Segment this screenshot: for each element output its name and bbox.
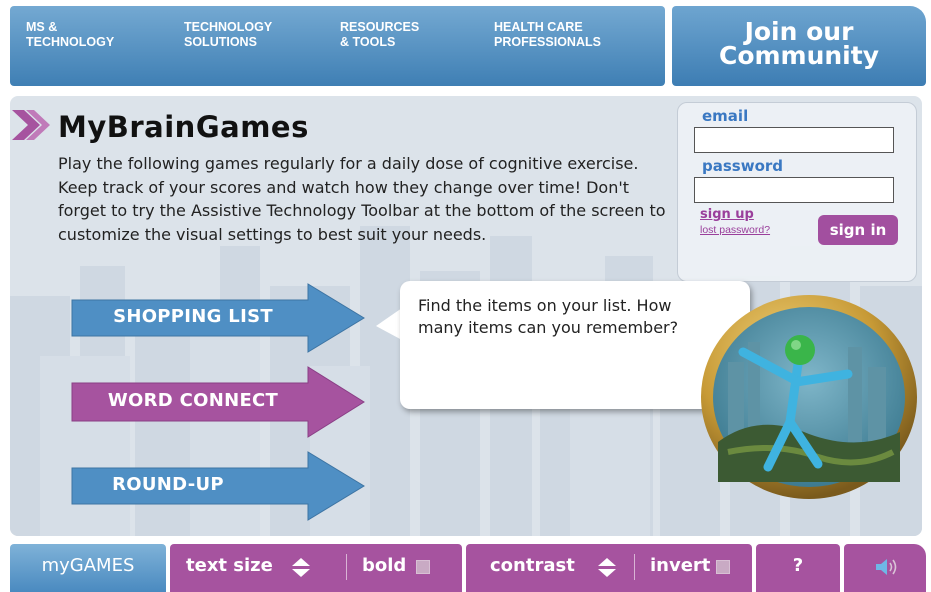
text-options-group: text size bold <box>170 544 462 592</box>
sound-button[interactable] <box>844 544 926 592</box>
join-community-button[interactable]: Join our Community <box>672 6 926 86</box>
page-title: MyBrainGames <box>58 110 309 144</box>
nav-item-health-care-professionals[interactable]: HEALTH CARE PROFESSIONALS <box>494 20 601 50</box>
contrast-control[interactable]: contrast <box>490 544 628 588</box>
stick-figure-medallion-image <box>701 295 917 499</box>
game-word-connect-button[interactable]: WORD CONNECT <box>68 365 368 439</box>
checkbox-icon <box>416 560 430 574</box>
nav-item-technology-solutions[interactable]: TECHNOLOGY SOLUTIONS <box>184 20 272 50</box>
display-options-group: contrast invert <box>466 544 752 592</box>
chevron-right-icon <box>12 110 50 140</box>
sign-in-button[interactable]: sign in <box>818 215 898 245</box>
help-button[interactable]: ? <box>756 544 840 592</box>
invert-label: invert <box>650 555 711 576</box>
bold-label: bold <box>362 555 407 576</box>
game-round-up-button[interactable]: ROUND-UP <box>68 450 368 522</box>
nav-bar: MS & TECHNOLOGY TECHNOLOGY SOLUTIONS RES… <box>10 6 665 86</box>
top-navigation: MS & TECHNOLOGY TECHNOLOGY SOLUTIONS RES… <box>10 6 926 86</box>
up-down-arrows-icon <box>292 558 310 577</box>
game-description-text: Find the items on your list. How many it… <box>418 296 679 337</box>
text-size-label: text size <box>186 555 273 576</box>
game-label: WORD CONNECT <box>107 390 279 411</box>
up-down-arrows-icon <box>598 558 616 577</box>
bold-toggle[interactable]: bold <box>362 544 452 588</box>
login-box: email password sign up lost password? si… <box>677 102 917 282</box>
game-label: SHOPPING LIST <box>113 306 273 327</box>
game-shopping-list-button[interactable]: SHOPPING LIST <box>68 282 368 354</box>
invert-toggle[interactable]: invert <box>650 544 750 588</box>
speaker-icon <box>876 559 897 575</box>
main-panel: MyBrainGames Play the following games re… <box>10 96 922 536</box>
toolbar-divider <box>346 554 347 580</box>
lost-password-link[interactable]: lost password? <box>700 224 770 236</box>
email-field[interactable] <box>694 127 894 153</box>
toolbar-divider <box>634 554 635 580</box>
mygames-button[interactable]: myGAMES <box>10 544 166 592</box>
text-size-control[interactable]: text size <box>186 544 336 588</box>
assistive-toolbar: myGAMES text size bold contrast invert ? <box>10 544 926 592</box>
checkbox-icon <box>716 560 730 574</box>
nav-item-resources-tools[interactable]: RESOURCES & TOOLS <box>340 20 419 50</box>
nav-item-ms-technology[interactable]: MS & TECHNOLOGY <box>26 20 114 50</box>
email-label: email <box>702 107 749 125</box>
contrast-label: contrast <box>490 555 575 576</box>
password-label: password <box>702 157 784 175</box>
sign-up-link[interactable]: sign up <box>700 207 754 222</box>
game-label: ROUND-UP <box>112 474 224 495</box>
password-field[interactable] <box>694 177 894 203</box>
intro-text: Play the following games regularly for a… <box>58 154 666 244</box>
